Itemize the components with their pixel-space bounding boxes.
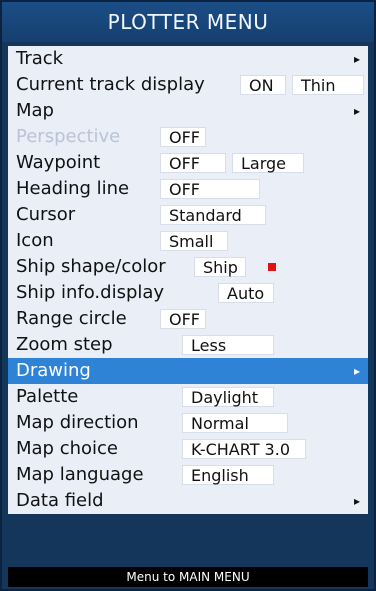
current-track-display-value-2[interactable]: Thin — [292, 75, 364, 95]
menu-item-label: Map language — [16, 464, 144, 485]
menu-item-heading-line[interactable]: Heading line OFF — [8, 176, 368, 202]
menu-item-label: Heading line — [16, 178, 130, 199]
palette-value[interactable]: Daylight — [182, 387, 274, 407]
menu-item-map[interactable]: Map ▸ — [8, 98, 368, 124]
menu-item-label: Map — [16, 100, 54, 121]
cursor-value[interactable]: Standard — [160, 205, 266, 225]
menu-item-label: Data field — [16, 490, 104, 511]
ship-info-display-value[interactable]: Auto — [218, 283, 274, 303]
current-track-display-value-1[interactable]: ON — [240, 75, 286, 95]
menu-item-current-track-display[interactable]: Current track display ON Thin — [8, 72, 368, 98]
menu-item-map-language[interactable]: Map language English — [8, 462, 368, 488]
submenu-arrow-icon: ▸ — [353, 104, 360, 118]
waypoint-value-2[interactable]: Large — [232, 153, 304, 173]
submenu-arrow-icon: ▸ — [353, 494, 360, 508]
map-choice-value[interactable]: K-CHART 3.0 — [182, 439, 306, 459]
menu-item-label: Zoom step — [16, 334, 113, 355]
menu-item-palette[interactable]: Palette Daylight — [8, 384, 368, 410]
menu-item-label: Track — [16, 48, 64, 69]
menu-item-map-direction[interactable]: Map direction Normal — [8, 410, 368, 436]
menu-item-track[interactable]: Track ▸ — [8, 46, 368, 72]
ship-shape-value[interactable]: Ship — [194, 257, 246, 277]
submenu-arrow-icon: ▸ — [353, 52, 360, 66]
zoom-step-value[interactable]: Less — [182, 335, 274, 355]
menu-item-label: Range circle — [16, 308, 127, 329]
menu-item-label: Cursor — [16, 204, 76, 225]
menu-item-label: Palette — [16, 386, 79, 407]
menu-item-drawing[interactable]: Drawing ▸ — [8, 358, 368, 384]
submenu-arrow-icon: ▸ — [353, 364, 360, 378]
waypoint-value-1[interactable]: OFF — [160, 153, 226, 173]
menu-item-ship-info-display[interactable]: Ship info.display Auto — [8, 280, 368, 306]
menu-item-label: Icon — [16, 230, 54, 251]
menu-item-perspective: Perspective OFF — [8, 124, 368, 150]
menu-item-ship-shape-color[interactable]: Ship shape/color Ship — [8, 254, 368, 280]
menu-item-waypoint[interactable]: Waypoint OFF Large — [8, 150, 368, 176]
menu-item-label: Ship info.display — [16, 282, 165, 303]
menu-item-label: Waypoint — [16, 152, 101, 173]
heading-line-value[interactable]: OFF — [160, 179, 260, 199]
menu-item-label: Current track display — [16, 74, 205, 95]
menu-item-map-choice[interactable]: Map choice K-CHART 3.0 — [8, 436, 368, 462]
menu-item-label: Map direction — [16, 412, 139, 433]
perspective-value: OFF — [160, 127, 206, 147]
menu-item-zoom-step[interactable]: Zoom step Less — [8, 332, 368, 358]
menu-item-data-field[interactable]: Data field ▸ — [8, 488, 368, 514]
ship-color-swatch-icon[interactable] — [268, 263, 276, 271]
icon-value[interactable]: Small — [160, 231, 228, 251]
menu-item-label: Map choice — [16, 438, 118, 459]
menu-item-range-circle[interactable]: Range circle OFF — [8, 306, 368, 332]
menu-title: PLOTTER MENU — [2, 2, 374, 42]
map-language-value[interactable]: English — [182, 465, 274, 485]
menu-item-label: Ship shape/color — [16, 256, 166, 277]
menu-item-label: Perspective — [16, 126, 121, 147]
menu-item-cursor[interactable]: Cursor Standard — [8, 202, 368, 228]
menu-footer: Menu to MAIN MENU — [8, 567, 368, 587]
plotter-menu: PLOTTER MENU Track ▸ Current track displ… — [0, 0, 376, 591]
menu-item-label: Drawing — [16, 360, 91, 381]
menu-item-icon[interactable]: Icon Small — [8, 228, 368, 254]
range-circle-value[interactable]: OFF — [160, 309, 206, 329]
map-direction-value[interactable]: Normal — [182, 413, 288, 433]
